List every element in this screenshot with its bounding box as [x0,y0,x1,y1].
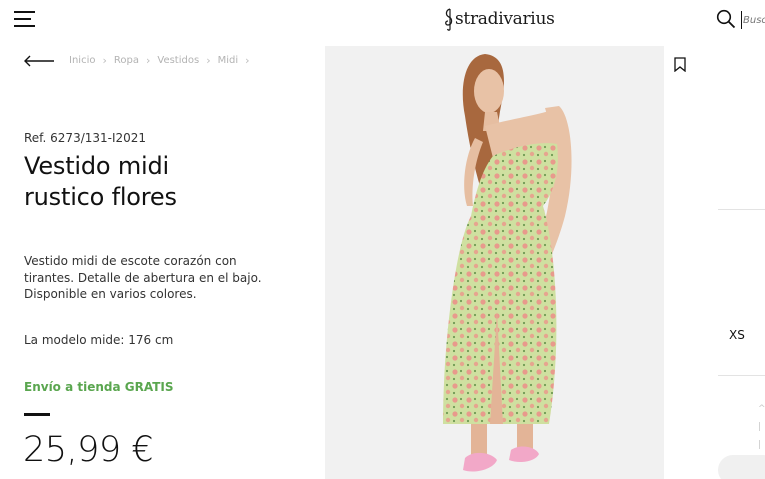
add-to-cart-button[interactable] [718,455,765,479]
size-option-xs[interactable]: XS [729,328,745,342]
menu-icon[interactable] [14,11,35,29]
chevron-right-icon: › [245,54,250,67]
price-divider [24,413,50,416]
product-description: Vestido midi de escote corazón con tiran… [24,254,262,301]
breadcrumb-vestidos[interactable]: Vestidos [157,55,199,66]
brand-logo[interactable]: stradivarius [443,6,555,32]
product-title-line2: rustico flores [24,183,177,211]
shipping-info: Envío a tienda GRATIS [24,380,174,394]
chevron-right-icon: › [145,54,151,67]
arrow-left-icon[interactable] [24,55,55,67]
breadcrumb-midi[interactable]: Midi [218,55,239,66]
search-icon[interactable] [716,9,736,29]
breadcrumb-inicio[interactable]: Inicio [69,55,95,66]
search-input[interactable] [741,11,765,29]
faint-panel-text: ^ | | [758,404,765,450]
breadcrumb-ropa[interactable]: Ropa [114,55,139,66]
menu-bar [14,18,31,20]
menu-bar [14,11,35,13]
product-image[interactable] [325,46,664,479]
chevron-right-icon: › [206,54,211,67]
menu-bar [14,25,35,27]
size-divider [718,375,765,376]
product-title: Vestido midi rustico flores [24,151,284,213]
product-price: 25,99 € [23,430,154,470]
bookmark-icon[interactable] [674,57,686,72]
product-title-line1: Vestido midi [24,152,169,180]
product-ref: Ref. 6273/131-I2021 [24,131,147,145]
chevron-right-icon: › [102,54,107,67]
size-divider [718,209,765,210]
breadcrumb: Inicio › Ropa › Vestidos › Midi › [69,54,257,67]
model-height: La modelo mide: 176 cm [24,333,174,347]
dress-photo [325,46,664,479]
logo-text: stradivarius [455,9,555,29]
